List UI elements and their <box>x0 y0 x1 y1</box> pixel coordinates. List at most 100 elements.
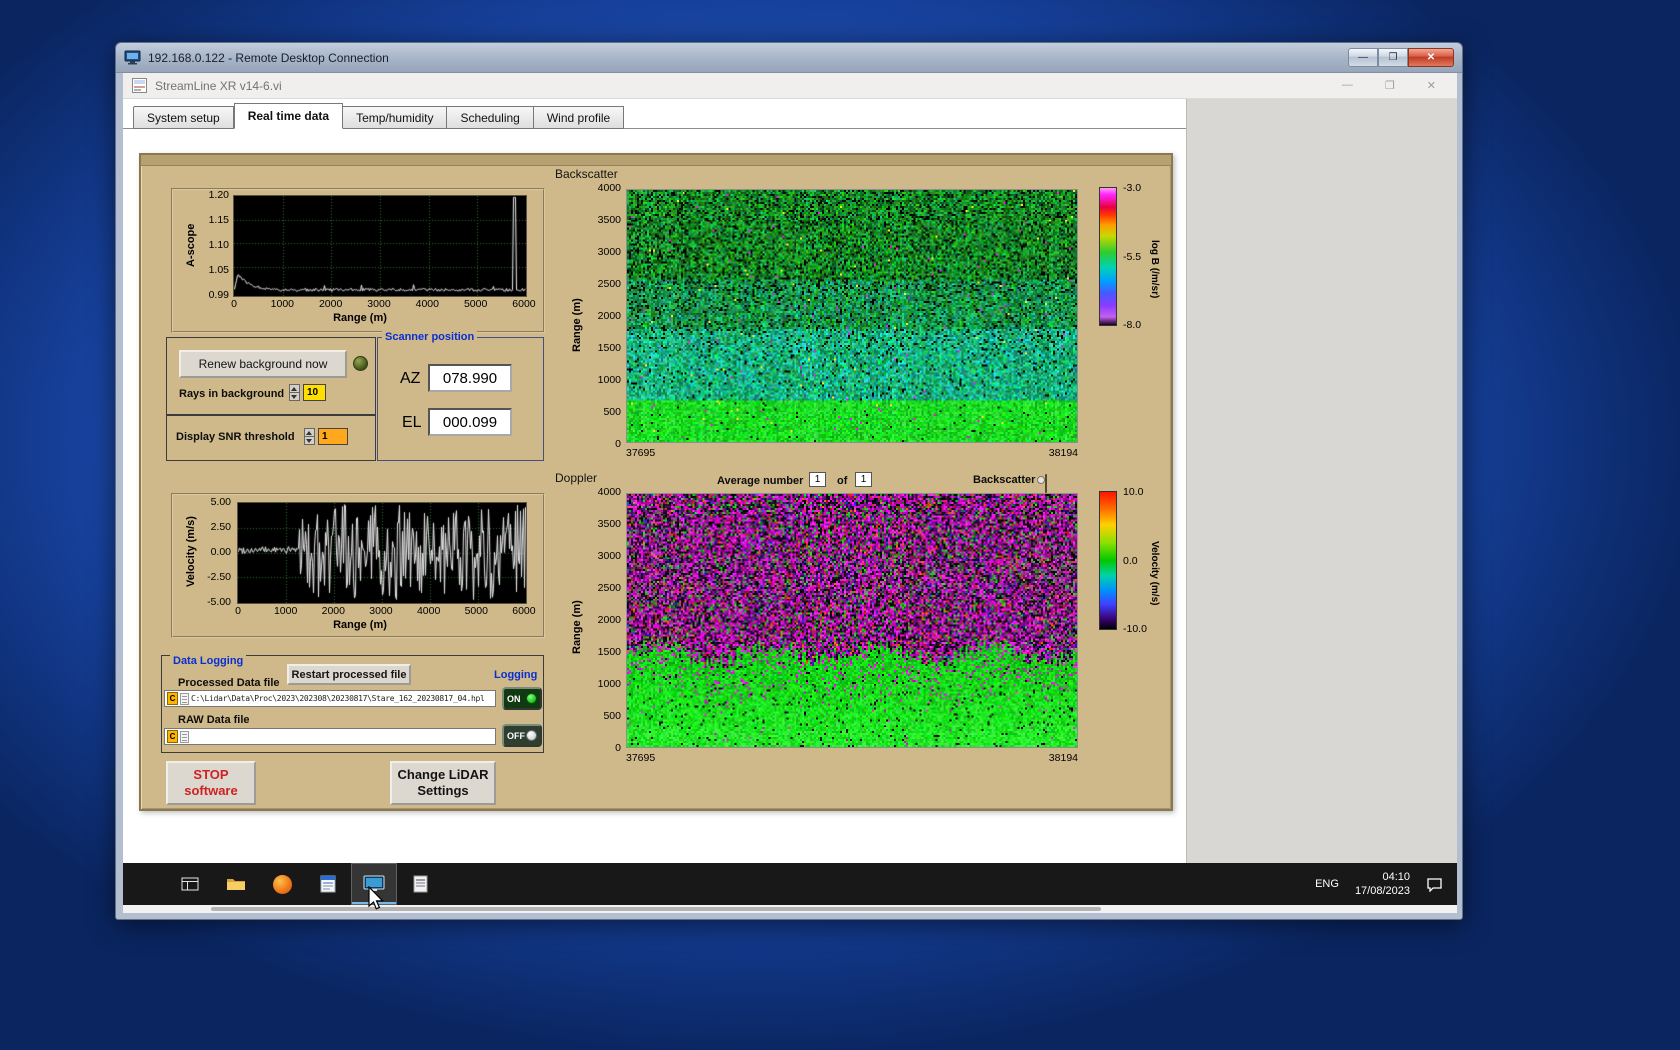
tick-label: 1000 <box>270 298 294 310</box>
tick-label: 37695 <box>626 447 656 459</box>
app-minimize-icon[interactable]: — <box>1342 79 1353 92</box>
tick-label: 0.00 <box>210 546 231 558</box>
tick-label: 6000 <box>512 298 536 310</box>
action-center-icon[interactable] <box>1426 877 1443 892</box>
app-titlebar: StreamLine XR v14-6.vi — ❐ ✕ <box>123 73 1457 99</box>
file-icon <box>180 730 189 743</box>
renew-background-button[interactable]: Renew background now <box>179 350 347 378</box>
a-scope-plot <box>233 195 527 297</box>
app-close-icon[interactable]: ✕ <box>1427 79 1436 92</box>
tab-temp-humidity[interactable]: Temp/humidity <box>343 106 448 129</box>
rdp-window-controls: — ❐ ✕ <box>1348 48 1454 67</box>
remote-desktop-viewport: StreamLine XR v14-6.vi — ❐ ✕ System setu… <box>123 73 1457 913</box>
processed-data-file-label: Processed Data file <box>178 677 280 689</box>
backscatter-y-axis-label: Range (m) <box>571 298 583 352</box>
language-indicator[interactable]: ENG <box>1315 878 1339 890</box>
spinner-up-icon[interactable] <box>290 385 299 393</box>
change-lidar-settings-button[interactable]: Change LiDAR Settings <box>390 761 496 805</box>
tick-label: 3000 <box>597 246 621 258</box>
velocity-plot <box>237 502 527 604</box>
doppler-colorbar-label: Velocity (m/s) <box>1149 540 1160 606</box>
tick-label: 3500 <box>597 518 621 530</box>
maximize-icon[interactable]: ❐ <box>1378 48 1408 67</box>
tick-label: 0 <box>231 298 237 310</box>
window-background-area <box>1186 99 1457 863</box>
logging-on-led-icon <box>526 693 537 704</box>
tick-label: 4000 <box>415 298 439 310</box>
doppler-heatmap <box>626 493 1078 748</box>
tick-label: 10.0 <box>1123 486 1144 498</box>
spinner-down-icon[interactable] <box>305 437 314 444</box>
raw-logging-toggle[interactable]: OFF <box>502 724 542 747</box>
restart-processed-file-button[interactable]: Restart processed file <box>287 664 411 685</box>
firefox-button[interactable] <box>259 863 305 905</box>
logging-label: Logging <box>494 669 538 681</box>
close-icon[interactable]: ✕ <box>1408 48 1454 67</box>
tick-label: 3500 <box>597 214 621 226</box>
processed-logging-toggle[interactable]: ON <box>502 687 542 710</box>
scanner-position-frame: Scanner position AZ 078.990 EL 000.099 <box>377 331 544 461</box>
tick-label: -10.0 <box>1123 623 1147 635</box>
tab-scheduling[interactable]: Scheduling <box>447 106 534 129</box>
tick-label: -5.5 <box>1123 250 1142 263</box>
task-view-button[interactable] <box>167 863 213 905</box>
system-tray: ENG 04:10 17/08/2023 <box>1315 870 1457 898</box>
document-app-button[interactable] <box>305 863 351 905</box>
backscatter-section-title: Backscatter <box>555 167 618 181</box>
tick-label: 2000 <box>321 605 345 617</box>
change-lidar-line1: Change LiDAR <box>397 767 489 782</box>
tick-label: 6000 <box>512 605 536 617</box>
drive-c-icon: C <box>167 692 178 705</box>
change-lidar-line2: Settings <box>417 783 469 798</box>
tick-label: 1.05 <box>208 264 229 276</box>
spinner-down-icon[interactable] <box>290 393 299 400</box>
a-scope-x-ticks: 0 1000 2000 3000 4000 5000 6000 <box>221 298 537 310</box>
doppler-section-title: Doppler <box>555 471 598 485</box>
spinner-up-icon[interactable] <box>305 429 314 437</box>
taskbar-clock[interactable]: 04:10 17/08/2023 <box>1355 870 1410 898</box>
app-window-controls: — ❐ ✕ <box>1342 79 1448 92</box>
app-restore-icon[interactable]: ❐ <box>1385 79 1395 92</box>
elevation-label: EL <box>402 414 422 431</box>
rays-in-background-input[interactable]: 10 <box>303 384 326 401</box>
tick-label: 3000 <box>367 298 391 310</box>
tick-label: -3.0 <box>1123 182 1142 194</box>
tick-label: 2000 <box>318 298 343 310</box>
velocity-x-ticks: 0 1000 2000 3000 4000 5000 6000 <box>225 605 537 617</box>
stop-software-button[interactable]: STOP software <box>166 761 256 805</box>
average-number-input[interactable]: 1 <box>809 472 826 487</box>
tick-label: 5000 <box>463 298 488 310</box>
tab-real-time-data[interactable]: Real time data <box>233 103 344 129</box>
a-scope-graph: A-scope 1.20 1.15 1.10 1.05 0.99 0 1000 2000 30… <box>171 188 545 333</box>
snr-threshold-frame: Display SNR threshold 1 <box>166 415 376 461</box>
velocity-x-axis-label: Range (m) <box>333 619 387 631</box>
toggle-knob-icon <box>1037 476 1045 484</box>
schedule-app-button[interactable] <box>397 863 443 905</box>
raw-data-file-label: RAW Data file <box>178 714 250 726</box>
a-scope-y-ticks: 1.20 1.15 1.10 1.05 0.99 <box>195 189 229 301</box>
average-number-label: Average number <box>717 475 804 487</box>
rays-in-background-label: Rays in background <box>179 388 285 400</box>
logging-off-led-icon <box>526 730 537 741</box>
processed-file-path-field[interactable]: C C:\Lidar\Data\Proc\2023\202308\2023081… <box>164 690 496 707</box>
schedule-app-icon <box>413 875 427 893</box>
file-explorer-button[interactable] <box>213 863 259 905</box>
backscatter-switch[interactable] <box>1037 474 1047 493</box>
minimize-icon[interactable]: — <box>1348 48 1378 67</box>
mouse-cursor <box>368 886 384 910</box>
tick-label: 1500 <box>597 646 621 658</box>
tick-label: 5000 <box>464 605 488 617</box>
tick-label: 4000 <box>597 182 621 194</box>
snr-threshold-input[interactable]: 1 <box>318 428 348 445</box>
rays-in-background-spinner[interactable] <box>289 384 300 401</box>
front-panel: A-scope 1.20 1.15 1.10 1.05 0.99 0 1000 2000 30… <box>139 153 1173 811</box>
panel-top-strip <box>141 155 1171 166</box>
tab-system-setup[interactable]: System setup <box>133 106 234 129</box>
remote-desktop-icon <box>124 50 141 65</box>
tick-label: 2500 <box>597 582 621 594</box>
tab-wind-profile[interactable]: Wind profile <box>533 106 625 129</box>
scrollbar-thumb[interactable] <box>211 907 1101 911</box>
horizontal-scrollbar[interactable] <box>123 905 1457 913</box>
snr-threshold-spinner[interactable] <box>304 428 315 445</box>
raw-file-path-field[interactable]: C <box>164 728 496 745</box>
